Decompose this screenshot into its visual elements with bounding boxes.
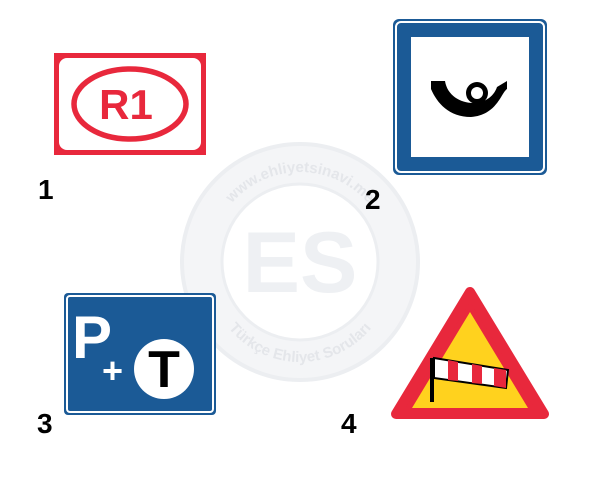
sign3-plus: + bbox=[102, 350, 123, 391]
watermark-logo-text: ES bbox=[243, 215, 358, 311]
route-r1-sign-icon: R1 bbox=[54, 53, 206, 155]
sign-number-2: 2 bbox=[365, 184, 381, 215]
crosswind-warning-sign-icon bbox=[391, 287, 549, 419]
sign3-t: T bbox=[148, 341, 180, 399]
sign-number-1: 1 bbox=[38, 174, 54, 205]
sign1-text: R1 bbox=[99, 81, 153, 128]
sign-number-3: 3 bbox=[37, 408, 53, 439]
sign-number-4: 4 bbox=[341, 408, 357, 439]
post-horn-sign-icon bbox=[393, 19, 547, 175]
park-and-ride-sign-icon: P + T bbox=[64, 293, 216, 415]
